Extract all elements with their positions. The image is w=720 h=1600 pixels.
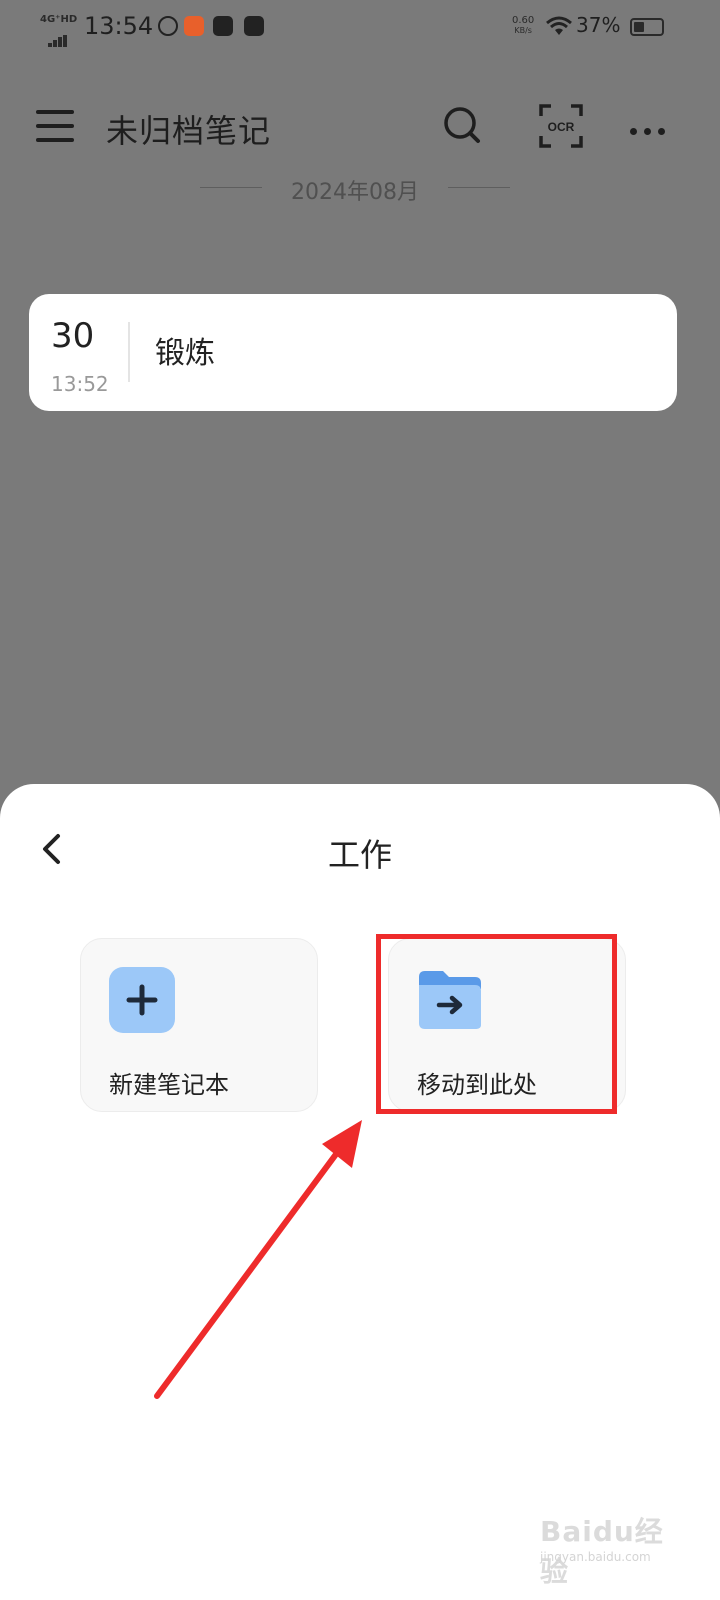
page-title: 未归档笔记 [106, 112, 272, 150]
status-bar: 4G⁺HD 13:54 0.60 KB/s 37% [0, 0, 720, 56]
note-title: 锻炼 [155, 336, 215, 371]
network-speed-unit: KB/s [514, 26, 532, 35]
signal-icon: 4G⁺HD [40, 14, 78, 47]
search-icon[interactable] [442, 105, 482, 145]
note-divider [128, 322, 130, 382]
wifi-icon [546, 16, 572, 35]
watermark-sub: jingyan.baidu.com [540, 1550, 651, 1564]
notebook-picker-sheet: 工作 新建笔记本 移动到此处 [0, 784, 720, 1600]
more-icon[interactable] [630, 120, 672, 135]
note-time: 13:52 [51, 372, 109, 396]
sheet-title: 工作 [327, 836, 392, 874]
network-speed: 0.60 KB/s [512, 16, 534, 36]
note-day: 30 [51, 316, 95, 356]
highlight-box [376, 934, 617, 1114]
menu-icon[interactable] [36, 110, 76, 142]
new-notebook-button[interactable]: 新建笔记本 [80, 938, 318, 1112]
svg-text:OCR: OCR [548, 120, 575, 134]
battery-percentage: 37% [576, 13, 621, 37]
note-card[interactable]: 30 13:52 锻炼 [29, 294, 677, 411]
annotation-arrow [154, 1120, 362, 1399]
plus-icon [109, 967, 175, 1033]
network-speed-value: 0.60 [512, 15, 535, 26]
ocr-icon[interactable]: OCR [538, 103, 584, 149]
date-group-divider: 2024年08月 [200, 172, 510, 205]
date-group-label: 2024年08月 [291, 180, 419, 205]
status-time: 13:54 [84, 12, 154, 40]
notification-bag-icon [244, 16, 264, 36]
notification-app-icon [158, 16, 178, 36]
baidu-watermark: Baidu经验 jingyan.baidu.com [540, 1490, 670, 1588]
battery-fill [634, 22, 644, 32]
notification-app-icon [184, 16, 204, 36]
battery-icon [630, 18, 664, 36]
network-type: 4G⁺HD [40, 14, 78, 25]
notification-bag-icon [213, 16, 233, 36]
new-notebook-label: 新建笔记本 [109, 1071, 229, 1099]
